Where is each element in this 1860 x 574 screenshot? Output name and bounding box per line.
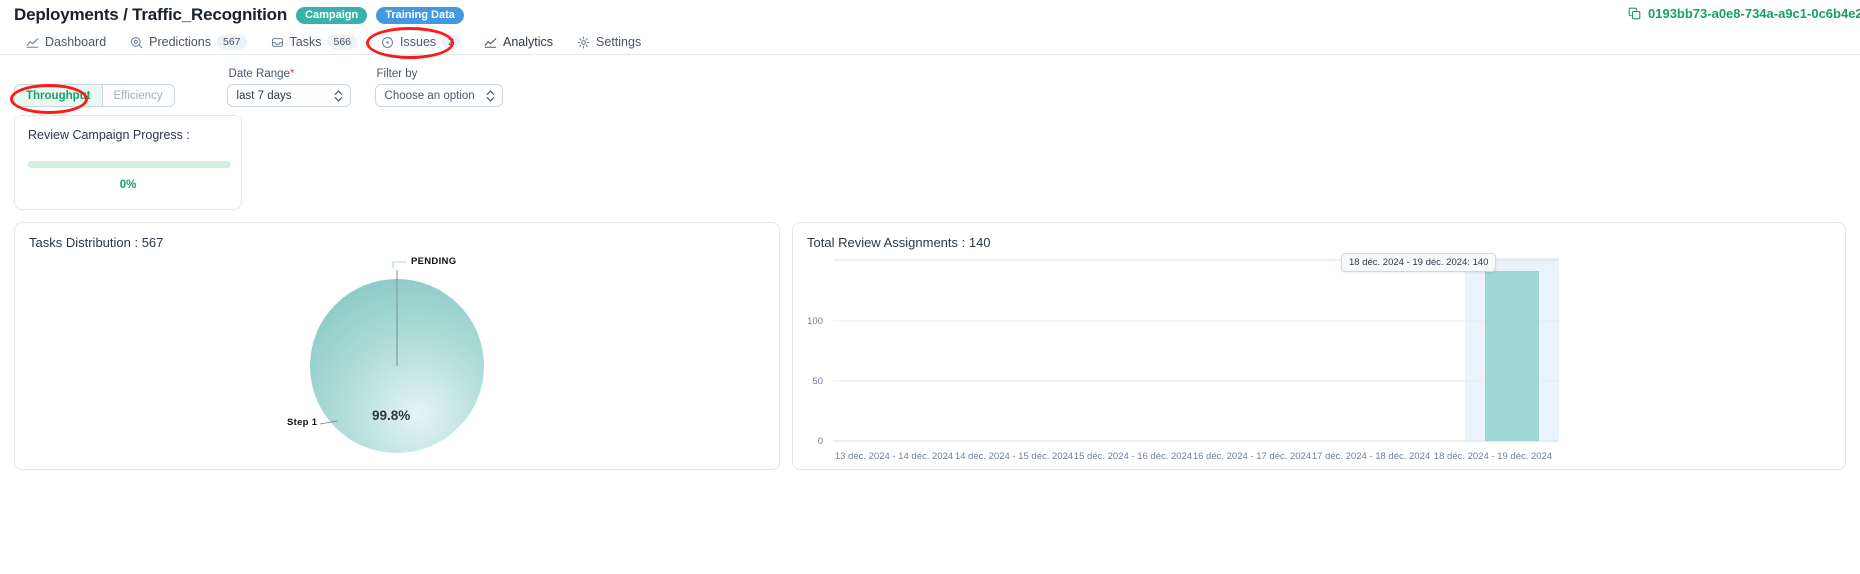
date-range-value: last 7 days [236, 89, 292, 102]
xtick-0: 13 déc. 2024 - 14 déc. 2024 [835, 451, 953, 462]
progress-percent: 0% [119, 179, 137, 191]
inbox-icon [271, 37, 283, 47]
charts-row: Tasks Distribution : 567 PENDING Step 1 … [0, 210, 1860, 470]
tasks-distribution-title: Tasks Distribution : 567 [29, 235, 164, 250]
filter-by-select[interactable]: Choose an option [374, 84, 503, 107]
pie-percent-step-1: 99.8% [372, 408, 411, 423]
bar-18-dec-19-dec[interactable] [1485, 271, 1539, 441]
tasks-distribution-panel: Tasks Distribution : 567 PENDING Step 1 … [14, 222, 780, 470]
xtick-2: 15 déc. 2024 - 16 déc. 2024 [1074, 451, 1192, 462]
throughput-button[interactable]: Throughput [15, 85, 103, 106]
date-range-field: Date Range* last 7 days [226, 68, 351, 107]
tab-label: Issues [400, 35, 437, 49]
copy-icon[interactable] [1628, 7, 1641, 20]
tab-dashboard[interactable]: Dashboard [14, 30, 118, 55]
xtick-3: 16 déc. 2024 - 17 déc. 2024 [1193, 451, 1311, 462]
progress-bar [28, 161, 231, 168]
filter-by-label: Filter by [376, 68, 418, 80]
tab-analytics[interactable]: Analytics [472, 30, 565, 55]
progress-card-title: Review Campaign Progress : [28, 128, 190, 142]
total-review-assignments-title: Total Review Assignments : 140 [807, 235, 991, 250]
page-header: Deployments / Traffic_Recognition Campai… [0, 0, 1860, 30]
deployment-id[interactable]: 0193bb73-a0e8-734a-a9c1-0c6b4e2df7bb [1628, 6, 1860, 21]
bar-chart-svg[interactable]: 100 50 0 13 déc. 2024 - 14 déc. 2024 14 … [793, 250, 1559, 465]
date-range-label: Date Range* [228, 68, 295, 80]
mode-toggle-field: Throughput Efficiency [14, 84, 175, 107]
date-range-select[interactable]: last 7 days [226, 84, 351, 107]
filter-by-value: Choose an option [384, 89, 475, 102]
tab-count: 567 [217, 35, 247, 49]
tab-label: Analytics [503, 35, 554, 49]
total-review-assignments-panel: Total Review Assignments : 140 100 50 0 … [792, 222, 1846, 470]
tab-label: Predictions [149, 35, 211, 49]
pie-label-step-1: Step 1 [287, 417, 318, 428]
ytick-0: 0 [818, 436, 823, 447]
bar-chart[interactable]: 100 50 0 13 déc. 2024 - 14 déc. 2024 14 … [793, 250, 1845, 465]
controls-row: Throughput Efficiency Date Range* last 7… [0, 55, 1860, 107]
chevron-up-down-icon [334, 90, 342, 101]
deployment-id-text: 0193bb73-a0e8-734a-a9c1-0c6b4e2df7bb [1648, 6, 1860, 21]
tab-count: 2 [442, 35, 460, 49]
tab-label: Settings [596, 35, 642, 49]
circle-dot-icon [382, 36, 393, 48]
badge-campaign: Campaign [296, 6, 368, 24]
pie-chart[interactable]: PENDING Step 1 99.8% [15, 250, 779, 455]
ytick-100: 100 [807, 316, 823, 327]
pending-leader-elbow [392, 261, 407, 268]
efficiency-button[interactable]: Efficiency [102, 85, 174, 106]
chevron-up-down-icon [486, 90, 494, 101]
tab-predictions[interactable]: Predictions 567 [118, 30, 258, 55]
tab-label: Tasks [289, 35, 322, 49]
pie-label-pending: PENDING [411, 256, 457, 267]
tab-count: 566 [327, 35, 358, 49]
xtick-5: 18 déc. 2024 - 19 déc. 2024 [1434, 451, 1552, 462]
line-chart-icon [26, 37, 39, 48]
tab-issues[interactable]: Issues 2 [369, 30, 472, 55]
bar-tooltip: 18 déc. 2024 - 19 déc. 2024: 140 [1341, 253, 1497, 272]
xtick-4: 17 déc. 2024 - 18 déc. 2024 [1312, 451, 1430, 462]
ytick-50: 50 [812, 376, 823, 387]
mode-toggle[interactable]: Throughput Efficiency [14, 84, 175, 107]
review-campaign-progress-card: Review Campaign Progress : 0% [14, 115, 242, 210]
required-marker: * [289, 68, 295, 80]
tab-settings[interactable]: Settings [565, 30, 653, 55]
tab-label: Dashboard [45, 35, 107, 49]
badge-training-data: Training Data [376, 6, 464, 24]
breadcrumb: Deployments / Traffic_Recognition [14, 5, 288, 24]
gear-icon [577, 36, 590, 48]
line-chart-icon [484, 37, 497, 48]
tab-tasks[interactable]: Tasks 566 [259, 30, 369, 55]
target-icon [131, 36, 143, 48]
xtick-1: 14 déc. 2024 - 15 déc. 2024 [955, 451, 1073, 462]
filter-by-field: Filter by Choose an option [374, 68, 503, 107]
pie-chart-svg[interactable] [15, 250, 781, 455]
tab-bar: Dashboard Predictions 567 Tasks 566 Issu… [0, 30, 1860, 55]
